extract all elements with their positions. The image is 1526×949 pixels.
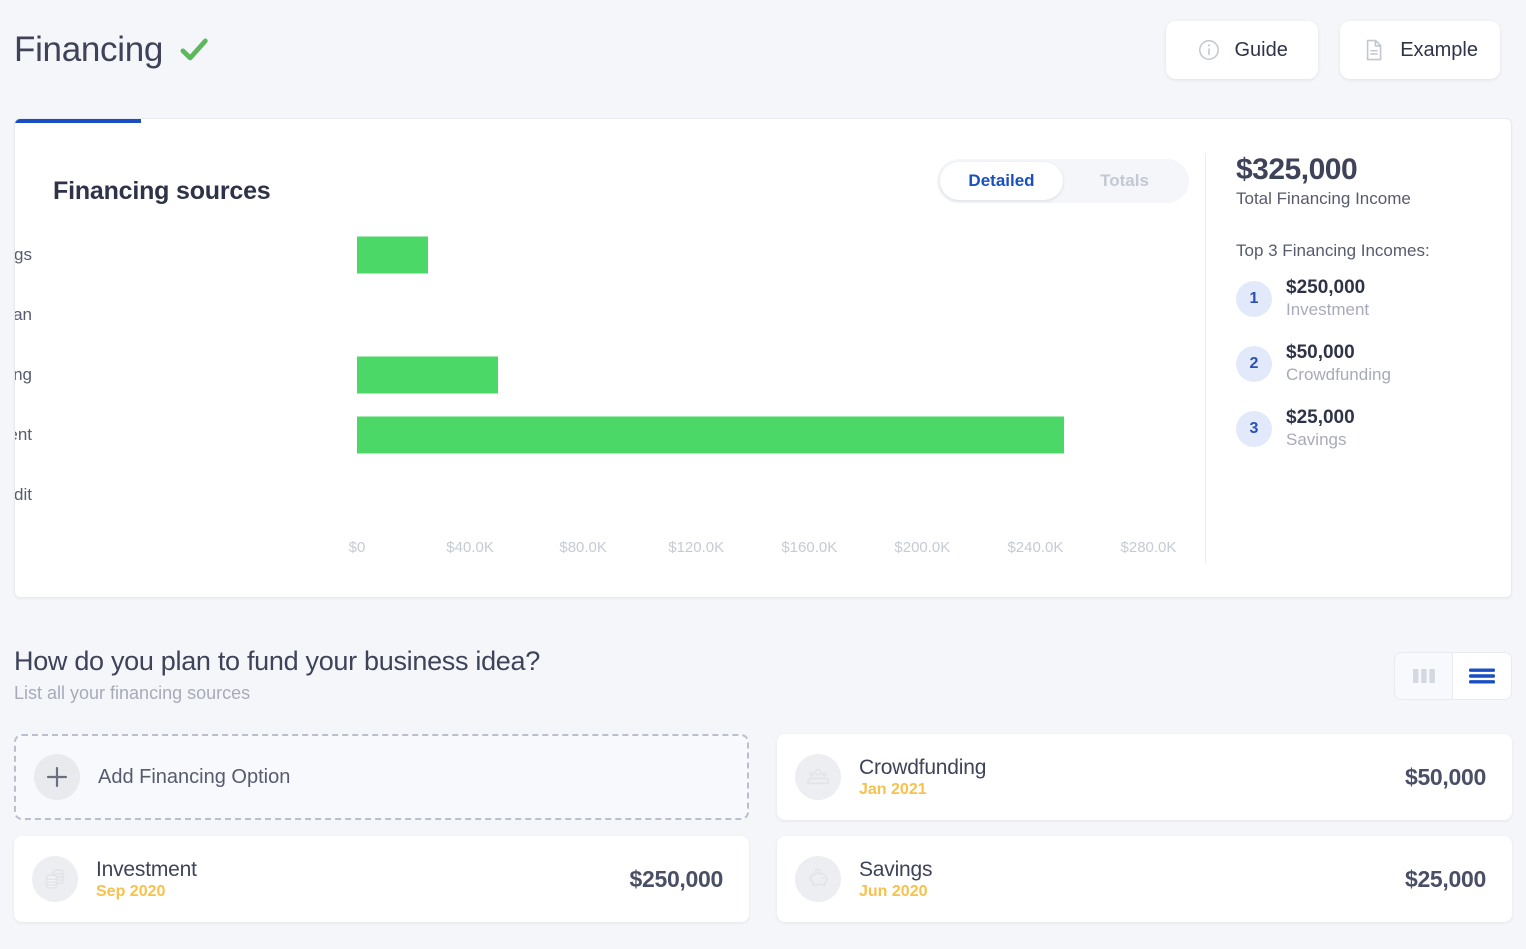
top-header-bar: Financing Guide Example — [0, 0, 1526, 100]
plus-icon — [47, 767, 67, 787]
x-axis-ticks: $0 $40.0K $80.0K $120.0K $160.0K $200.0K $240.… — [15, 539, 1205, 561]
green-check-icon — [180, 38, 208, 61]
card-date: Jan 2021 — [859, 780, 927, 798]
bar-chart-plot: Savings Loan Crowdfunding Investment Line of… — [15, 225, 1205, 525]
x-axis-tick-label: $0 — [348, 539, 366, 556]
x-axis-tick-label: $280.0K — [1120, 539, 1177, 556]
chart-bar-row: Savings — [15, 225, 1205, 285]
chart-view-segmented-control: Detailed Totals — [937, 159, 1189, 203]
chart-bar-label: Investment — [15, 425, 32, 444]
example-button-label: Example — [1400, 38, 1478, 61]
grid-columns-icon — [1412, 669, 1435, 683]
top-incomes-list: 1 $250,000 Investment 2 $50,000 Crowdfunding 3… — [1236, 277, 1511, 451]
x-axis-tick-label: $80.0K — [559, 539, 607, 556]
grid-view-button[interactable] — [1395, 653, 1453, 699]
top-income-amount: $25,000 — [1286, 406, 1355, 428]
add-financing-option-label: Add Financing Option — [98, 765, 291, 788]
add-financing-option-card[interactable]: Add Financing Option — [14, 734, 749, 820]
card-amount: $50,000 — [1404, 763, 1486, 790]
chart-title: Financing sources — [53, 177, 271, 205]
chart-bar-row: Loan — [15, 285, 1205, 345]
info-circle-icon — [1198, 40, 1219, 60]
list-view-button[interactable] — [1453, 653, 1511, 699]
top-income-name: Crowdfunding — [1286, 365, 1391, 385]
rank-badge: 2 — [1236, 345, 1272, 382]
guide-button[interactable]: Guide — [1166, 21, 1319, 79]
card-avatar — [795, 856, 841, 902]
financing-summary-panel: $325,000 Total Financing Income Top 3 Fi… — [1205, 153, 1511, 563]
top-incomes-heading: Top 3 Financing Incomes: — [1236, 240, 1430, 260]
x-axis-tick-label: $120.0K — [668, 539, 725, 556]
card-avatar — [795, 754, 841, 800]
card-date: Sep 2020 — [96, 882, 166, 900]
top-income-item: 1 $250,000 Investment — [1236, 277, 1511, 321]
card-date: Jun 2020 — [859, 882, 928, 900]
top-income-item: 3 $25,000 Savings — [1236, 407, 1511, 451]
total-financing-label: Total Financing Income — [1236, 188, 1411, 208]
chart-bar-row: Line of Credit — [15, 465, 1205, 525]
rank-badge: 1 — [1236, 280, 1272, 317]
card-name: Crowdfunding — [859, 755, 987, 779]
card-amount: $250,000 — [629, 865, 723, 892]
top-income-name: Investment — [1286, 300, 1370, 320]
x-axis-tick-label: $160.0K — [781, 539, 838, 556]
list-rows-icon — [1469, 668, 1495, 684]
chart-bar-label: Savings — [14, 245, 32, 264]
section-subtitle: List all your financing sources — [14, 683, 251, 703]
total-financing-amount: $325,000 — [1236, 153, 1358, 186]
financing-sources-card: Financing sources Detailed Totals Saving… — [14, 118, 1512, 598]
guide-button-label: Guide — [1234, 38, 1288, 61]
page-title: Financing — [14, 30, 164, 69]
financing-card-crowdfunding[interactable]: Crowdfunding Jan 2021 $50,000 — [777, 734, 1512, 820]
piggy-bank-icon — [809, 868, 828, 887]
chart-bar[interactable] — [357, 236, 428, 274]
coins-stack-icon — [45, 869, 65, 889]
document-icon — [1366, 39, 1382, 61]
example-button[interactable]: Example — [1340, 21, 1500, 79]
add-avatar — [34, 754, 80, 800]
tab-detailed[interactable]: Detailed — [940, 162, 1063, 200]
rank-badge: 3 — [1236, 410, 1272, 447]
card-amount: $25,000 — [1404, 865, 1486, 892]
x-axis-tick-label: $200.0K — [894, 539, 951, 556]
financing-card-savings[interactable]: Savings Jun 2020 $25,000 — [777, 836, 1512, 922]
chart-bar[interactable] — [357, 416, 1064, 454]
tab-totals[interactable]: Totals — [1063, 162, 1186, 200]
top-income-amount: $50,000 — [1286, 341, 1355, 363]
header-actions: Guide Example — [1166, 21, 1500, 79]
chart-bar-row: Investment — [15, 405, 1205, 465]
top-income-item: 2 $50,000 Crowdfunding — [1236, 342, 1511, 386]
page-title-group: Financing — [14, 30, 211, 70]
chart-bar[interactable] — [357, 356, 499, 394]
chart-bar-row: Crowdfunding — [15, 345, 1205, 405]
chart-bar-label: Loan — [14, 305, 32, 324]
chart-bar-label: Line of Credit — [14, 485, 32, 504]
card-name: Investment — [96, 857, 197, 881]
financing-card-investment[interactable]: Investment Sep 2020 $250,000 — [14, 836, 749, 922]
people-group-icon — [807, 768, 829, 785]
financing-cards-grid: Add Financing Option Crowdfunding Jan 20… — [14, 734, 1512, 922]
chart-bar-label: Crowdfunding — [14, 365, 32, 384]
x-axis-tick-label: $240.0K — [1007, 539, 1064, 556]
top-income-name: Savings — [1286, 430, 1347, 450]
financing-sources-section-header: How do you plan to fund your business id… — [14, 646, 1512, 704]
top-income-amount: $250,000 — [1286, 276, 1366, 298]
section-title: How do you plan to fund your business id… — [14, 646, 540, 676]
card-name: Savings — [859, 857, 933, 881]
x-axis-tick-label: $40.0K — [446, 539, 494, 556]
card-avatar — [32, 856, 78, 902]
view-mode-toggle — [1394, 652, 1512, 700]
chart-region: Financing sources Detailed Totals Saving… — [15, 119, 1205, 597]
